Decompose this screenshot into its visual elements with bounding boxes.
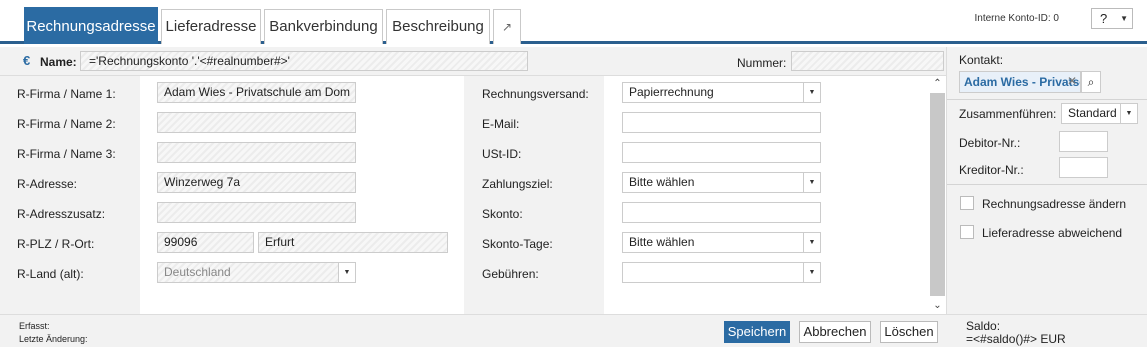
tab-bar: Rechnungsadresse Lieferadresse Bankverbi…	[0, 0, 1147, 44]
lieferadresse-abweichend-checkbox[interactable]	[960, 225, 974, 239]
save-button[interactable]: Speichern	[724, 321, 790, 343]
chevron-down-icon[interactable]: ▼	[803, 83, 820, 102]
chevron-down-icon[interactable]: ▼	[338, 263, 355, 282]
name-label: Name:	[40, 55, 77, 69]
form-scrollbar[interactable]: ⌃ ⌄	[929, 76, 946, 314]
tab-lieferadresse[interactable]: Lieferadresse	[161, 9, 261, 44]
email-label: E-Mail:	[482, 117, 520, 131]
email-input[interactable]	[622, 112, 821, 133]
debitor-label: Debitor-Nr.:	[959, 136, 1021, 150]
divider	[947, 184, 1147, 185]
r-land-select[interactable]: Deutschland ▼	[157, 262, 356, 283]
chevron-down-icon[interactable]: ▼	[803, 173, 820, 192]
lieferadresse-abweichend-label: Lieferadresse abweichend	[982, 226, 1123, 240]
saldo: Saldo: =<#saldo()#> EUR	[966, 320, 1066, 346]
kontakt-chip[interactable]: Adam Wies - Privatschule am Dom	[959, 71, 1081, 93]
r-adresse-input[interactable]: Winzerweg 7a	[157, 172, 356, 193]
divider	[947, 99, 1147, 100]
r-adresszusatz-label: R-Adresszusatz:	[17, 207, 106, 221]
tab-beschreibung[interactable]: Beschreibung	[386, 9, 490, 44]
skonto-tage-label: Skonto-Tage:	[482, 237, 553, 251]
zahlungsziel-label: Zahlungsziel:	[482, 177, 553, 191]
kreditor-input[interactable]	[1059, 157, 1108, 178]
letzte-aenderung-label: Letzte Änderung:	[19, 334, 88, 344]
nummer-input[interactable]	[791, 51, 944, 71]
chevron-down-icon[interactable]: ▼	[803, 233, 820, 252]
scroll-up-icon[interactable]: ⌃	[929, 76, 946, 92]
tab-bankverbindung[interactable]: Bankverbindung	[264, 9, 383, 44]
zusammenfuehren-label: Zusammenführen:	[959, 107, 1057, 121]
tab-rechnungsadresse[interactable]: Rechnungsadresse	[24, 7, 158, 44]
r-firma-1-input[interactable]: Adam Wies - Privatschule am Dom	[157, 82, 356, 103]
nummer-label: Nummer:	[737, 56, 787, 70]
rechnungsversand-label: Rechnungsversand:	[482, 87, 589, 101]
skonto-label: Skonto:	[482, 207, 523, 221]
ust-id-input[interactable]	[622, 142, 821, 163]
close-icon[interactable]: ✕	[1067, 74, 1077, 88]
rechnungsversand-value: Papierrechnung	[629, 85, 714, 99]
right-panel: Kontakt: Adam Wies - Privatschule am Dom…	[946, 47, 1147, 314]
r-firma-3-input[interactable]	[157, 142, 356, 163]
chevron-down-icon[interactable]: ▼	[1120, 104, 1137, 123]
saldo-value: =<#saldo()#> EUR	[966, 332, 1066, 346]
r-plz-input[interactable]: 99096	[157, 232, 254, 253]
help-select[interactable]: ? ▼	[1091, 8, 1133, 29]
expand-icon[interactable]: ↗	[493, 9, 521, 44]
r-firma-3-label: R-Firma / Name 3:	[17, 147, 116, 161]
name-input[interactable]: ='Rechnungskonto '.'<#realnumber#>'	[80, 51, 528, 71]
erfasst-label: Erfasst:	[19, 321, 50, 331]
chevron-down-icon: ▼	[1120, 14, 1128, 23]
cancel-button[interactable]: Abbrechen	[799, 321, 871, 343]
ust-id-label: USt-ID:	[482, 147, 522, 161]
zahlungsziel-value: Bitte wählen	[629, 175, 695, 189]
scrollbar-thumb[interactable]	[930, 93, 945, 296]
help-value: ?	[1100, 11, 1108, 26]
name-row: € Name: ='Rechnungskonto '.'<#realnumber…	[0, 47, 946, 76]
r-firma-1-label: R-Firma / Name 1:	[17, 87, 116, 101]
zusammenfuehren-select[interactable]: Standard ▼	[1061, 103, 1138, 124]
rechnungsadresse-aendern-label: Rechnungsadresse ändern	[982, 197, 1127, 211]
rechnungsadresse-aendern-checkbox[interactable]	[960, 196, 974, 210]
chevron-down-icon[interactable]: ▼	[803, 263, 820, 282]
r-firma-2-input[interactable]	[157, 112, 356, 133]
skonto-tage-select[interactable]: Bitte wählen ▼	[622, 232, 821, 253]
kreditor-label: Kreditor-Nr.:	[959, 163, 1024, 177]
r-plz-ort-label: R-PLZ / R-Ort:	[17, 237, 95, 251]
skonto-input[interactable]	[622, 202, 821, 223]
form-area: R-Firma / Name 1: R-Firma / Name 2: R-Fi…	[0, 76, 946, 314]
gebuehren-label: Gebühren:	[482, 267, 539, 281]
debitor-input[interactable]	[1059, 131, 1108, 152]
skonto-tage-value: Bitte wählen	[629, 235, 695, 249]
r-land-value: Deutschland	[164, 265, 231, 279]
konto-id-label: Interne Konto-ID: 0	[974, 13, 1060, 24]
kontakt-label: Kontakt:	[959, 53, 1004, 67]
scroll-down-icon[interactable]: ⌄	[929, 298, 946, 314]
search-icon[interactable]: ⌕	[1081, 71, 1101, 93]
r-adresszusatz-input[interactable]	[157, 202, 356, 223]
footer: Erfasst: Letzte Änderung: Speichern Abbr…	[0, 314, 1147, 347]
r-ort-input[interactable]: Erfurt	[258, 232, 448, 253]
r-adresse-label: R-Adresse:	[17, 177, 78, 191]
gebuehren-select[interactable]: ▼	[622, 262, 821, 283]
delete-button[interactable]: Löschen	[880, 321, 938, 343]
zahlungsziel-select[interactable]: Bitte wählen ▼	[622, 172, 821, 193]
rechnungsversand-select[interactable]: Papierrechnung ▼	[622, 82, 821, 103]
r-firma-2-label: R-Firma / Name 2:	[17, 117, 116, 131]
r-land-label: R-Land (alt):	[17, 267, 84, 281]
euro-icon: €	[23, 53, 31, 68]
zusammenfuehren-value: Standard	[1068, 106, 1117, 120]
